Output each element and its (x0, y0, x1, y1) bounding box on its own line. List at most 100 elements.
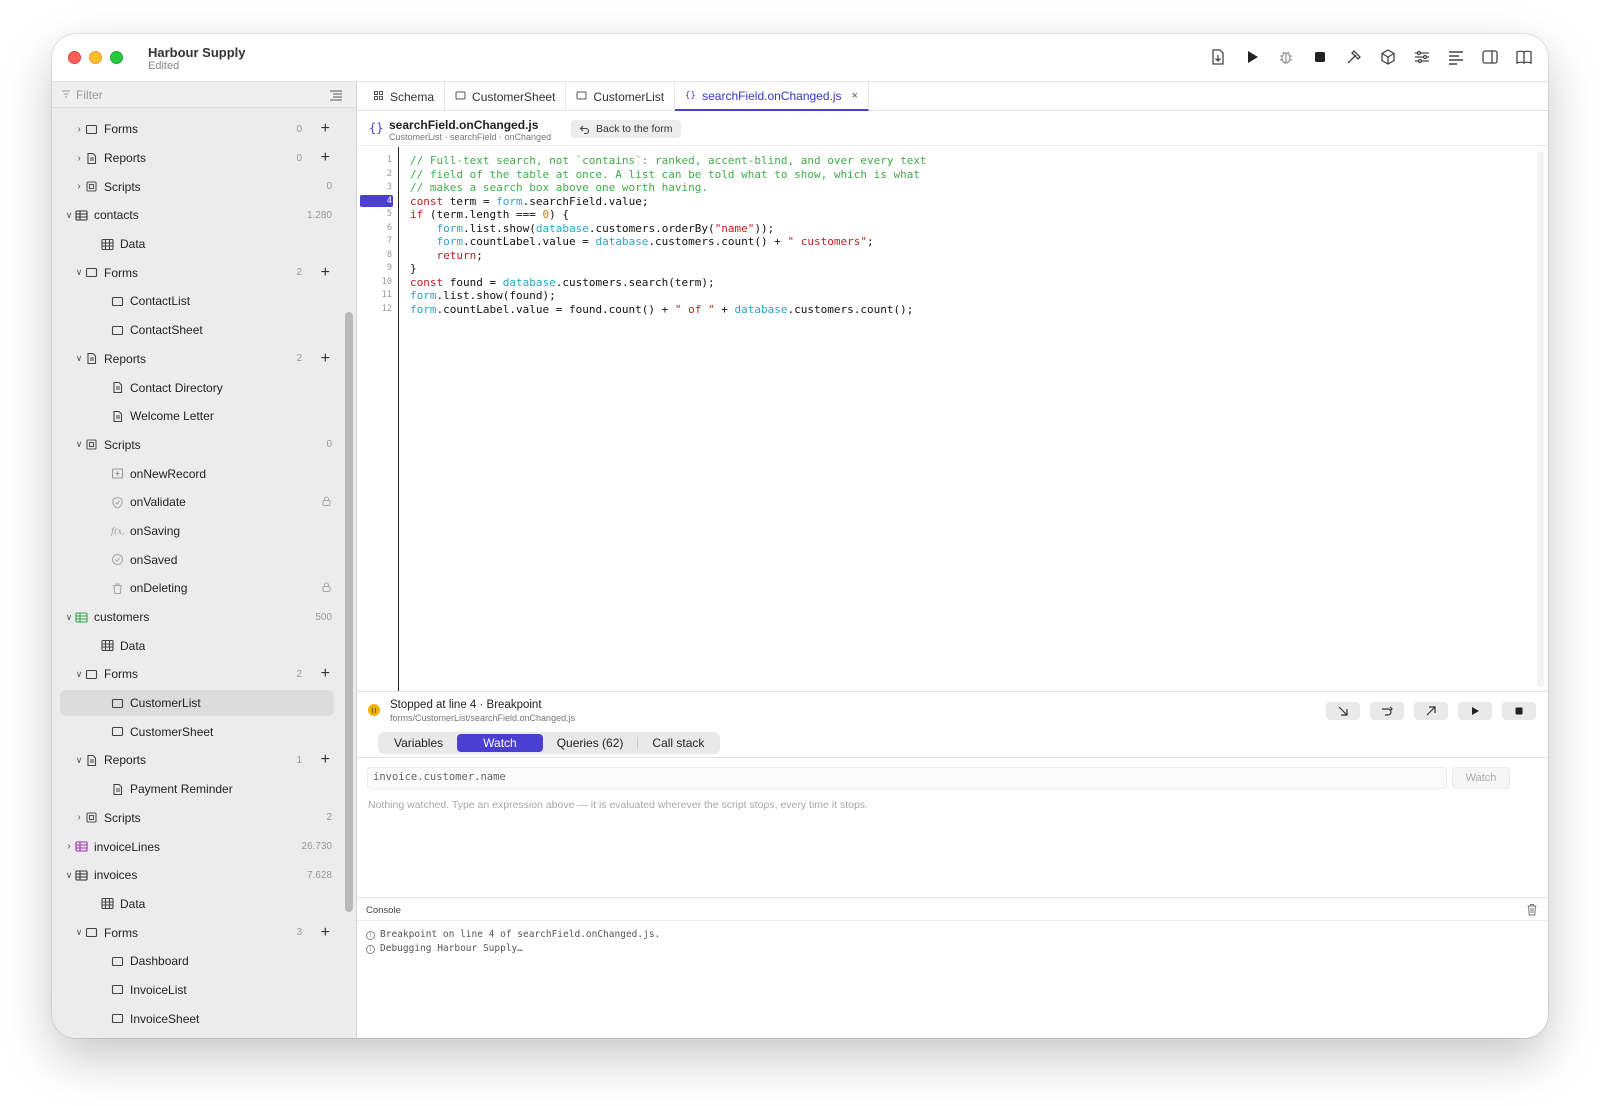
format-icon[interactable] (1446, 46, 1466, 68)
code-line[interactable]: const found = database.customers.search(… (410, 276, 927, 290)
code-editor[interactable]: 1 2 3 4 5 6 7 8 9 10 11 12 // Full-text search, not… (357, 147, 1548, 692)
step-out-button[interactable] (1414, 702, 1448, 720)
tree-row[interactable]: onSaved (52, 545, 342, 574)
code-line[interactable]: } (410, 262, 927, 276)
step-into-button[interactable] (1326, 702, 1360, 720)
code-line[interactable]: if (term.length === 0) { (410, 208, 927, 222)
tree-row[interactable]: ∨ Forms 2 + (52, 660, 342, 689)
line-number[interactable]: 1 (387, 154, 392, 168)
chevron-down-icon[interactable]: ∨ (64, 210, 74, 221)
tree-row[interactable]: › Forms 0 + (52, 115, 342, 144)
add-item-button[interactable]: + (321, 121, 330, 137)
tab-customerlist[interactable]: CustomerList (566, 82, 676, 111)
line-number[interactable]: 5 (387, 208, 392, 222)
docs-icon[interactable] (1514, 46, 1534, 68)
chevron-down-icon[interactable]: ∨ (74, 755, 84, 766)
stop-icon[interactable] (1310, 46, 1330, 68)
chevron-right-icon[interactable]: › (74, 181, 84, 192)
build-icon[interactable] (1344, 46, 1364, 68)
tree-row[interactable]: Welcome Letter (52, 402, 342, 431)
watch-expression-input[interactable]: invoice.customer.name (367, 767, 1447, 789)
chevron-right-icon[interactable]: › (64, 841, 74, 852)
debug-icon[interactable] (1276, 46, 1296, 68)
tree-row[interactable]: Data (52, 890, 342, 919)
sidebar-scrollbar[interactable] (345, 312, 353, 912)
tree-row[interactable]: onDeleting (52, 574, 342, 603)
code-line[interactable]: // makes a search box above one worth ha… (410, 181, 927, 195)
package-icon[interactable] (1378, 46, 1398, 68)
tree-row[interactable]: Data (52, 631, 342, 660)
stop-debug-button[interactable] (1502, 702, 1536, 720)
code-line[interactable]: form.list.show(found); (410, 289, 927, 303)
tree-row[interactable]: Data (52, 230, 342, 259)
line-number[interactable]: 11 (382, 289, 392, 303)
tree-row[interactable]: ∨ invoices 7.628 (52, 861, 342, 890)
settings-icon[interactable] (1412, 46, 1432, 68)
filter-field[interactable]: Filter (52, 82, 356, 108)
tab-customersheet[interactable]: CustomerSheet (445, 82, 567, 111)
zoom-window-button[interactable] (110, 51, 123, 64)
editor-scrollbar[interactable] (1537, 151, 1544, 687)
line-number[interactable]: 12 (382, 303, 392, 317)
chevron-down-icon[interactable]: ∨ (64, 612, 74, 623)
tree-row[interactable]: › invoiceLines 26.730 (52, 832, 342, 861)
code-line[interactable]: form.countLabel.value = database.custome… (410, 235, 927, 249)
tab-schema[interactable]: Schema (363, 82, 446, 111)
chevron-down-icon[interactable]: ∨ (64, 870, 74, 881)
line-gutter[interactable]: 1 2 3 4 5 6 7 8 9 10 11 12 (357, 147, 399, 691)
tree-row[interactable]: InvoiceList (52, 976, 342, 1005)
tree-row[interactable]: › Scripts 2 (52, 804, 342, 833)
continue-button[interactable] (1458, 702, 1492, 720)
line-number[interactable]: 2 (387, 168, 392, 182)
chevron-down-icon[interactable]: ∨ (74, 927, 84, 938)
code-line[interactable]: // Full-text search, not `contains`: ran… (410, 154, 927, 168)
chevron-down-icon[interactable]: ∨ (74, 267, 84, 278)
tree-row[interactable]: ∨ Reports 1 + (52, 746, 342, 775)
tree-row[interactable]: ∨ Forms 2 + (52, 258, 342, 287)
tree-row[interactable]: ∨ Scripts 0 (52, 431, 342, 460)
tree-row[interactable]: onNewRecord (52, 459, 342, 488)
tree-row[interactable]: › Reports 0 + (52, 144, 342, 173)
minimize-window-button[interactable] (89, 51, 102, 64)
export-icon[interactable] (1208, 46, 1228, 68)
add-item-button[interactable]: + (321, 150, 330, 166)
tree-row[interactable]: ∨ Reports 2 + (52, 345, 342, 374)
line-number[interactable]: 6 (387, 222, 392, 236)
chevron-right-icon[interactable]: › (74, 124, 84, 135)
line-number[interactable]: 10 (382, 276, 392, 290)
tree-row[interactable]: f(x) onSaving (52, 517, 342, 546)
close-tab-icon[interactable]: × (852, 90, 858, 102)
tree-row[interactable]: ∨ Forms 3 + (52, 918, 342, 947)
code-line[interactable]: const term = form.searchField.value; (410, 195, 927, 209)
tree-row[interactable]: Payment Reminder (52, 775, 342, 804)
add-item-button[interactable]: + (321, 350, 330, 367)
step-over-button[interactable] (1370, 702, 1404, 720)
code-text[interactable]: // Full-text search, not `contains`: ran… (410, 154, 927, 316)
tree-row[interactable]: ContactList (52, 287, 342, 316)
run-icon[interactable] (1242, 46, 1262, 68)
close-window-button[interactable] (68, 51, 81, 64)
code-line[interactable]: form.countLabel.value = found.count() + … (410, 303, 927, 317)
tree-row[interactable]: Contact Directory (52, 373, 342, 402)
chevron-right-icon[interactable]: › (74, 812, 84, 823)
add-item-button[interactable]: + (321, 264, 330, 281)
line-number[interactable]: 8 (387, 249, 392, 263)
line-number[interactable]: 9 (387, 262, 392, 276)
code-line[interactable]: form.list.show(database.customers.orderB… (410, 222, 927, 236)
chevron-right-icon[interactable]: › (74, 153, 84, 164)
trash-icon[interactable] (1526, 903, 1538, 916)
tab-queries[interactable]: Queries (62) (543, 734, 638, 752)
tab-watch[interactable]: Watch (457, 734, 543, 752)
tree-row[interactable]: ∨ contacts 1.280 (52, 201, 342, 230)
panel-icon[interactable] (1480, 46, 1500, 68)
outline-menu-icon[interactable] (329, 88, 343, 102)
line-number[interactable]: 4 (387, 195, 392, 209)
tab-variables[interactable]: Variables (380, 734, 457, 752)
code-line[interactable]: return; (410, 249, 927, 263)
tree-row[interactable]: ∨ customers 500 (52, 603, 342, 632)
chevron-down-icon[interactable]: ∨ (74, 439, 84, 450)
tree-row[interactable]: InvoiceSheet (52, 1004, 342, 1033)
watch-button[interactable]: Watch (1452, 767, 1510, 789)
tree-row[interactable]: onValidate (52, 488, 342, 517)
chevron-down-icon[interactable]: ∨ (74, 353, 84, 364)
